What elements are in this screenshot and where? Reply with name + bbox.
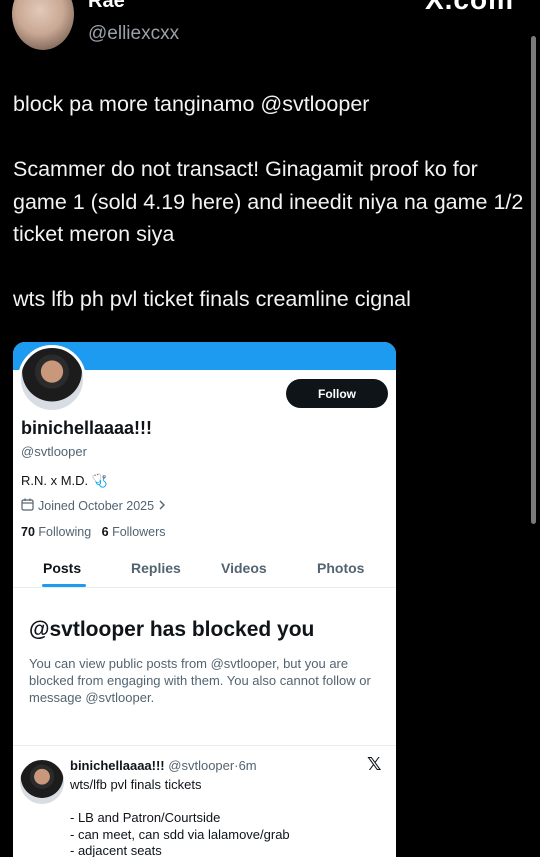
tab-posts[interactable]: Posts xyxy=(43,560,81,576)
post-text: wts/lfb pvl finals tickets - LB and Patr… xyxy=(70,777,385,857)
profile-avatar[interactable] xyxy=(18,345,86,413)
tab-videos[interactable]: Videos xyxy=(221,560,267,576)
chevron-right-icon[interactable] xyxy=(158,499,166,513)
profile-joined: Joined October 2025 xyxy=(21,498,166,514)
active-tab-indicator xyxy=(42,584,86,587)
profile-name: binichellaaaa!!! xyxy=(21,418,153,438)
post-line: wts/lfb pvl finals tickets xyxy=(70,777,202,792)
profile-tabs: Posts Replies Videos Photos xyxy=(13,554,396,588)
post-line: - LB and Patron/Courtside xyxy=(70,810,221,825)
blocked-title: @svtlooper has blocked you xyxy=(29,618,315,641)
following-count: 70 xyxy=(21,525,35,539)
followers-count: 6 xyxy=(101,525,109,539)
post-header: binichellaaaa!!! @svtlooper·6m xyxy=(70,758,257,773)
post-line: - adjacent seats xyxy=(70,843,162,857)
tweet-body: block pa more tanginamo @svtlooper Scamm… xyxy=(13,88,533,348)
post-time[interactable]: 6m xyxy=(239,758,257,773)
profile-handle: @svtlooper xyxy=(21,444,87,459)
profile-screenshot-card[interactable]: Follow binichellaaaa!!! @svtlooper R.N. … xyxy=(13,342,396,857)
post-line xyxy=(70,794,385,811)
x-logo-icon: 𝕏 xyxy=(367,754,382,774)
tab-photos[interactable]: Photos xyxy=(317,560,364,576)
tweet-paragraph: block pa more tanginamo @svtlooper xyxy=(13,92,370,116)
post-line: - can meet, can sdd via lalamove/grab xyxy=(70,826,290,842)
tab-replies[interactable]: Replies xyxy=(131,560,181,576)
profile-bio: R.N. x M.D. 🩺 xyxy=(21,473,108,488)
following-link[interactable]: 70 Following xyxy=(21,525,91,539)
author-handle[interactable]: @elliexcxx xyxy=(88,23,179,45)
post-author-handle[interactable]: @svtlooper xyxy=(168,758,234,773)
divider xyxy=(13,745,396,746)
brand-watermark: X.com xyxy=(425,0,514,16)
following-label: Following xyxy=(38,525,92,539)
joined-date: Joined October 2025 xyxy=(38,499,155,513)
post-avatar[interactable] xyxy=(20,760,64,804)
followers-label: Followers xyxy=(112,525,166,539)
calendar-icon xyxy=(21,498,34,514)
blocked-description: You can view public posts from @svtloope… xyxy=(29,656,371,705)
followers-link[interactable]: 6 Followers xyxy=(102,525,166,539)
tweet-paragraph: Scammer do not transact! Ginagamit proof… xyxy=(13,157,524,246)
follow-button[interactable]: Follow xyxy=(286,379,388,408)
tweet-paragraph: wts lfb ph pvl ticket finals creamline c… xyxy=(13,287,411,311)
post-author-name[interactable]: binichellaaaa!!! xyxy=(70,758,165,773)
author-name[interactable]: Rae xyxy=(88,0,125,13)
follow-counts: 70 Following 6 Followers xyxy=(21,525,166,539)
author-avatar[interactable] xyxy=(12,0,74,50)
